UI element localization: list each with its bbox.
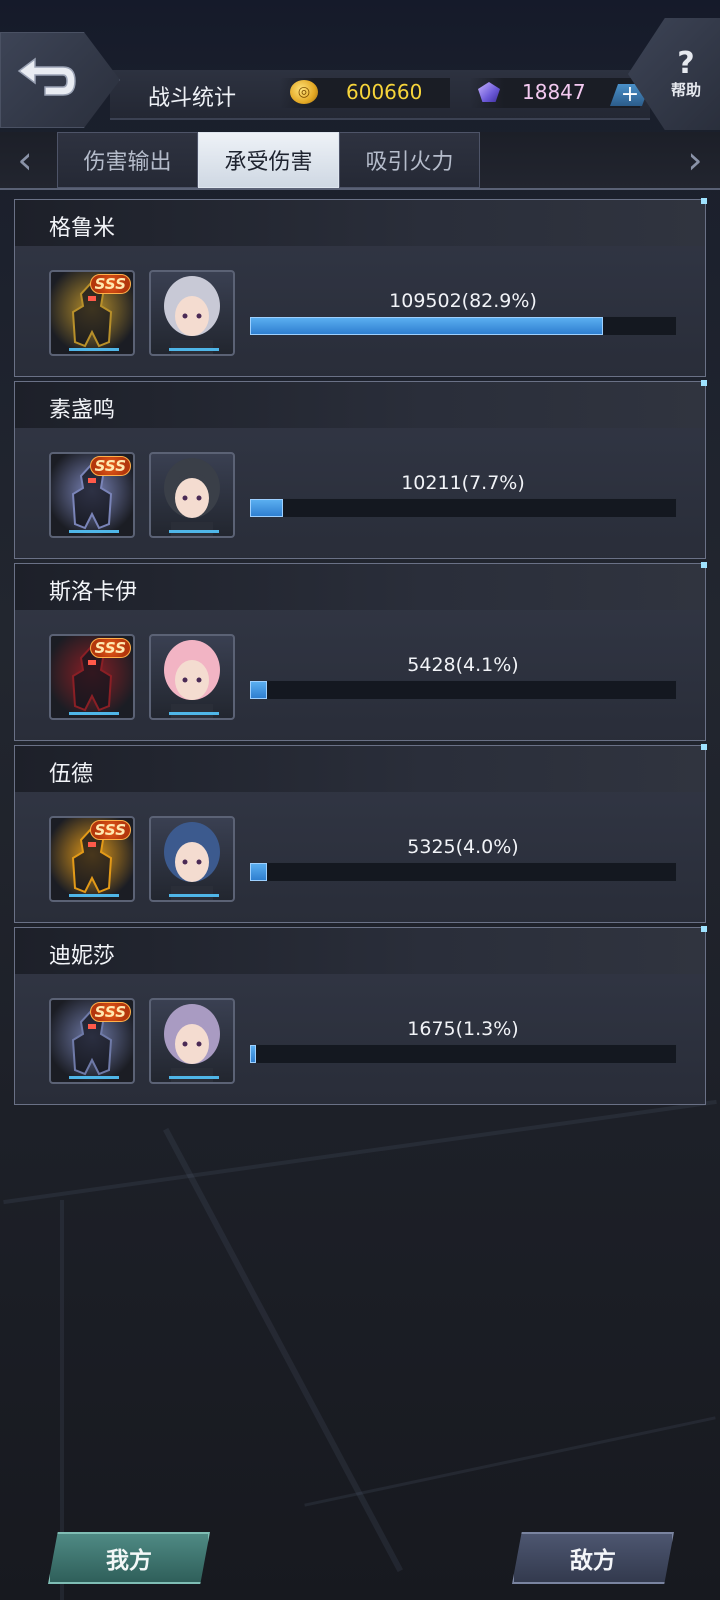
pilot-icon <box>164 458 220 536</box>
mech-portrait[interactable]: SSS <box>49 270 135 356</box>
help-label: 帮助 <box>670 80 701 99</box>
portrait-underline <box>69 348 119 351</box>
damage-value: 5325(4.0%) <box>407 836 519 858</box>
rank-badge: SSS <box>89 456 131 476</box>
gem-value: 18847 <box>522 80 586 104</box>
mech-portrait[interactable]: SSS <box>49 998 135 1084</box>
pilot-icon <box>164 1004 220 1082</box>
tab-aggro[interactable]: 吸引火力 <box>339 132 480 188</box>
portrait-underline <box>169 348 219 351</box>
our-side-button[interactable]: 我方 <box>48 1532 210 1584</box>
rank-badge: SSS <box>89 638 131 658</box>
portrait-underline <box>169 712 219 715</box>
rank-badge: SSS <box>89 1002 131 1022</box>
damage-bar-fill <box>250 499 283 517</box>
help-icon: ? <box>677 45 695 81</box>
unit-name: 伍德 <box>49 762 94 787</box>
unit-name: 素盏鸣 <box>49 398 116 423</box>
gold-coin-icon: ◎ <box>290 80 318 104</box>
back-button[interactable] <box>0 32 120 128</box>
portrait-underline <box>169 1076 219 1079</box>
pilot-portrait[interactable] <box>149 816 235 902</box>
card-header <box>15 382 705 428</box>
back-arrow-icon <box>17 57 76 96</box>
mech-portrait[interactable]: SSS <box>49 634 135 720</box>
portrait-underline <box>69 1076 119 1079</box>
damage-bar-fill <box>250 317 603 335</box>
portrait-underline <box>169 894 219 897</box>
card-header <box>15 746 705 792</box>
stat-card: 素盏鸣 SSS 10211(7.7%) <box>14 380 707 559</box>
chevron-right-icon[interactable]: › <box>680 140 710 184</box>
stat-card: 格鲁米 SSS 109502(82.9%) <box>14 198 707 377</box>
portrait-underline <box>69 712 119 715</box>
pilot-icon <box>164 640 220 718</box>
portrait-underline <box>69 530 119 533</box>
chevron-left-icon[interactable]: ‹ <box>10 140 40 184</box>
damage-bar-fill <box>250 681 267 699</box>
gold-value: 600660 <box>346 80 423 104</box>
damage-value: 1675(1.3%) <box>407 1018 519 1040</box>
tab-damage-output[interactable]: 伤害输出 <box>57 132 198 188</box>
unit-name: 迪妮莎 <box>49 944 116 969</box>
stat-card: 迪妮莎 SSS 1675(1.3%) <box>14 926 707 1105</box>
damage-bar-track <box>249 1044 677 1064</box>
pilot-icon <box>164 822 220 900</box>
card-header <box>15 200 705 246</box>
rank-badge: SSS <box>89 274 131 294</box>
pilot-portrait[interactable] <box>149 634 235 720</box>
pilot-portrait[interactable] <box>149 998 235 1084</box>
pilot-icon <box>164 276 220 354</box>
card-header <box>15 928 705 974</box>
rank-badge: SSS <box>89 820 131 840</box>
page-title: 战斗统计 <box>148 86 237 111</box>
mech-portrait[interactable]: SSS <box>49 816 135 902</box>
stat-card: 伍德 SSS 5325(4.0%) <box>14 744 707 923</box>
unit-name: 斯洛卡伊 <box>49 580 138 605</box>
damage-value: 109502(82.9%) <box>389 290 537 312</box>
portrait-underline <box>169 530 219 533</box>
enemy-side-button[interactable]: 敌方 <box>512 1532 674 1584</box>
top-bar: 战斗统计 ◎ 600660 18847 + ? 帮助 <box>0 0 720 132</box>
mech-portrait[interactable]: SSS <box>49 452 135 538</box>
damage-value: 5428(4.1%) <box>407 654 519 676</box>
portrait-underline <box>69 894 119 897</box>
damage-bar-fill <box>250 863 267 881</box>
damage-bar-fill <box>250 1045 256 1063</box>
damage-value: 10211(7.7%) <box>401 472 525 494</box>
unit-name: 格鲁米 <box>49 216 116 241</box>
damage-bar-track <box>249 680 677 700</box>
stat-card: 斯洛卡伊 SSS 5428(4.1%) <box>14 562 707 741</box>
pilot-portrait[interactable] <box>149 270 235 356</box>
damage-bar-track <box>249 498 677 518</box>
pilot-portrait[interactable] <box>149 452 235 538</box>
damage-bar-track <box>249 316 677 336</box>
tab-damage-taken[interactable]: 承受伤害 <box>198 132 339 188</box>
damage-bar-track <box>249 862 677 882</box>
